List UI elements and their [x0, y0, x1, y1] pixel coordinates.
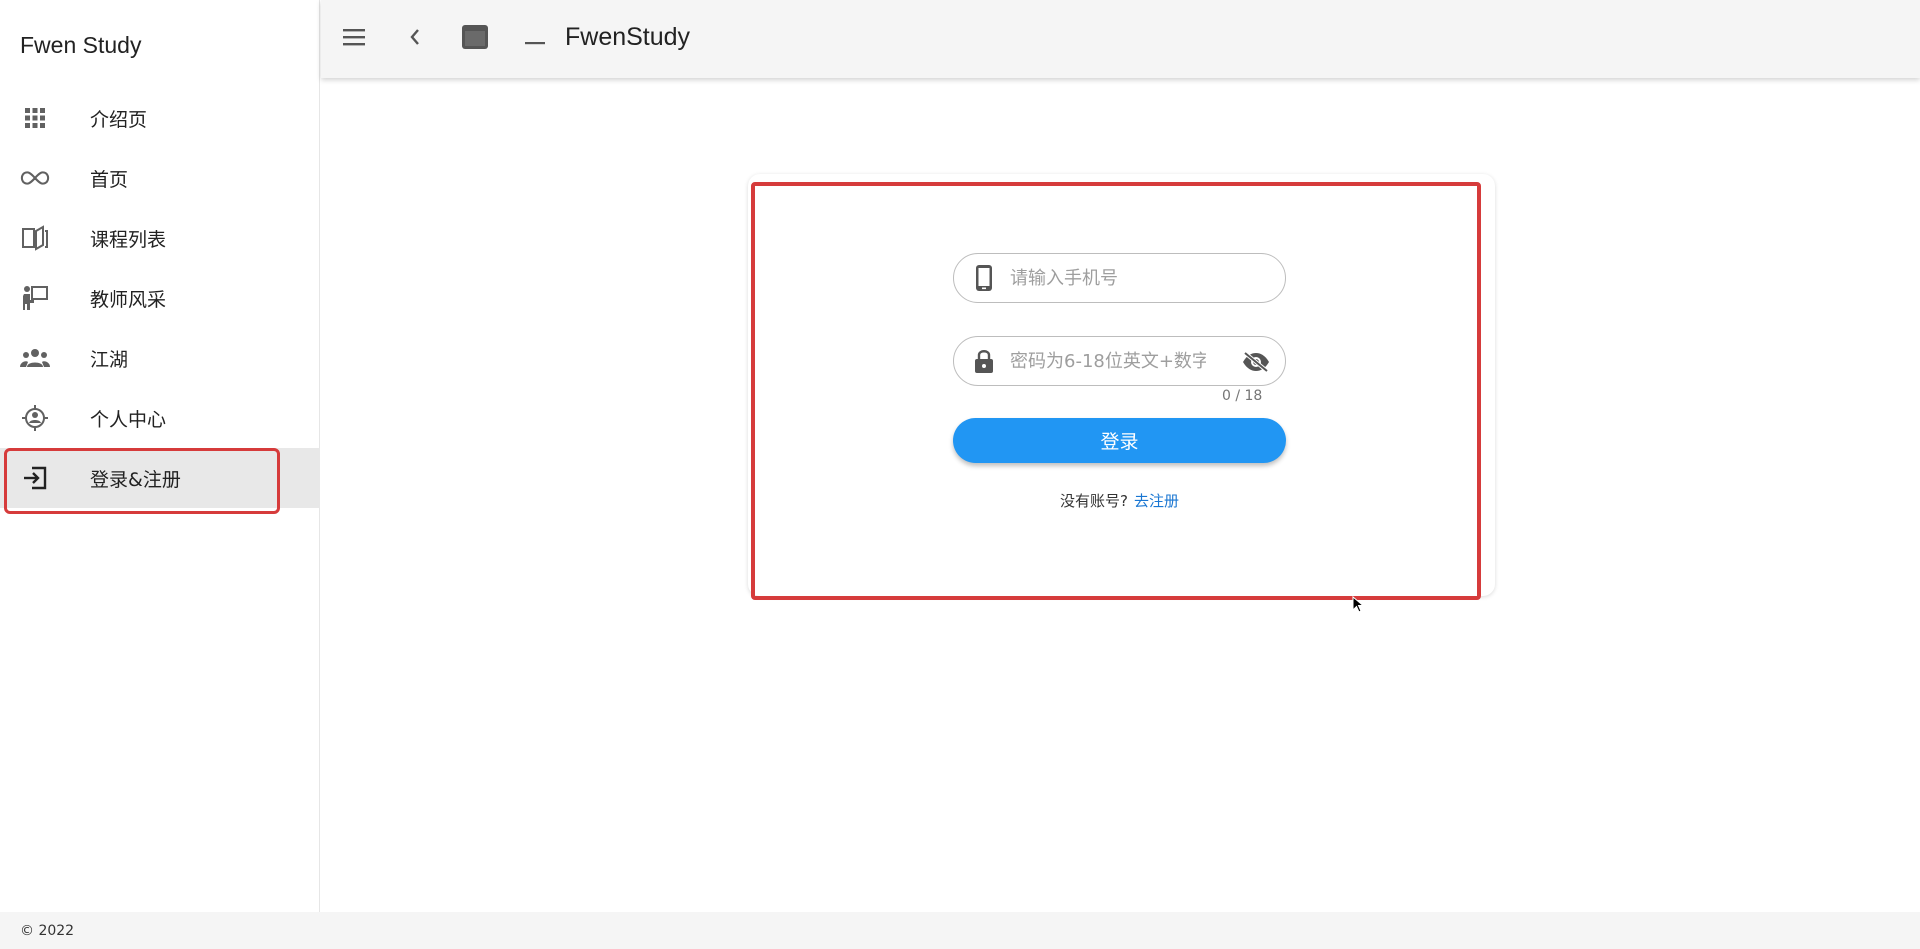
sidebar-item-label: 教师风采	[90, 288, 167, 311]
app-title: Fwen Study	[20, 32, 142, 58]
sidebar-item-intro[interactable]: 介绍页	[0, 88, 320, 148]
phone-input[interactable]	[1008, 266, 1208, 290]
footer: © 2022	[0, 912, 1920, 949]
back-button[interactable]	[395, 19, 435, 59]
eye-off-icon[interactable]	[1241, 347, 1271, 377]
user-target-icon	[20, 403, 50, 433]
sidebar-item-label: 课程列表	[90, 228, 167, 251]
infinity-icon	[20, 163, 50, 193]
password-field[interactable]	[953, 336, 1286, 386]
register-row: 没有账号? 去注册	[953, 490, 1286, 511]
phone-field[interactable]	[953, 253, 1286, 303]
sidebar-item-label: 首页	[90, 168, 129, 191]
apps-grid-icon	[20, 103, 50, 133]
mouse-cursor-icon	[1352, 595, 1366, 618]
password-input[interactable]	[1008, 349, 1208, 373]
sidebar-item-community[interactable]: 江湖	[0, 328, 320, 388]
sidebar-item-profile[interactable]: 个人中心	[0, 388, 320, 448]
password-counter: 0 / 18	[1222, 388, 1263, 404]
toolbar-title: FwenStudy	[565, 23, 691, 51]
people-group-icon	[20, 343, 50, 373]
teacher-icon	[20, 283, 50, 313]
copyright-text: © 2022	[20, 922, 75, 939]
lock-icon	[970, 347, 998, 375]
register-link[interactable]: 去注册	[1134, 492, 1179, 510]
no-account-text: 没有账号?	[1060, 492, 1128, 510]
login-button[interactable]: 登录	[953, 418, 1286, 463]
highlight-box	[4, 448, 280, 514]
minimize-button[interactable]	[515, 19, 555, 59]
sidebar-item-label: 江湖	[90, 348, 129, 371]
sidebar: Fwen Study 介绍页 首页 课程列表 教师风采 江湖 个人中心 登录&注…	[0, 0, 320, 912]
window-button[interactable]	[455, 19, 495, 59]
menu-icon	[342, 27, 366, 51]
back-chevron-icon	[408, 27, 422, 51]
sidebar-item-home[interactable]: 首页	[0, 148, 320, 208]
phone-icon	[970, 264, 998, 292]
book-open-icon	[20, 223, 50, 253]
sidebar-item-course-list[interactable]: 课程列表	[0, 208, 320, 268]
top-app-bar: FwenStudy	[321, 0, 1920, 78]
sidebar-item-teachers[interactable]: 教师风采	[0, 268, 320, 328]
sidebar-item-label: 介绍页	[90, 108, 148, 131]
minimize-icon	[525, 30, 545, 49]
window-icon	[461, 24, 489, 54]
sidebar-item-login-register[interactable]: 登录&注册	[0, 448, 320, 514]
sidebar-nav: 介绍页 首页 课程列表 教师风采 江湖 个人中心 登录&注册	[0, 88, 320, 514]
menu-button[interactable]	[334, 19, 374, 59]
sidebar-item-label: 个人中心	[90, 408, 167, 431]
